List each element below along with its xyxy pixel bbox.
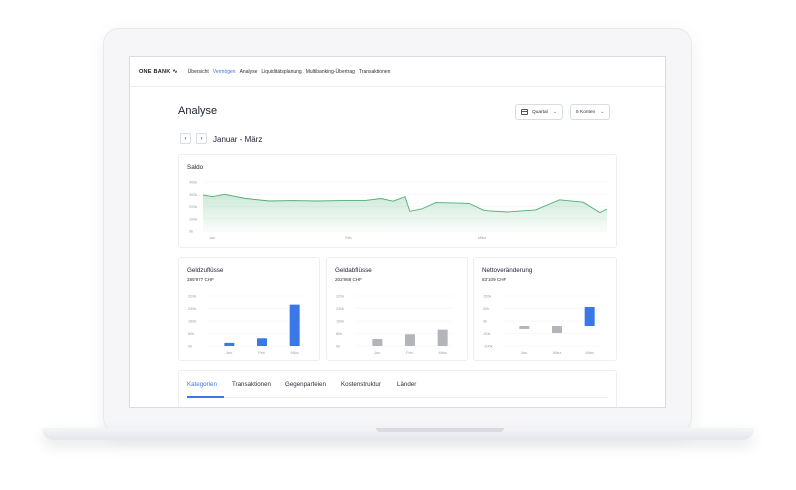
page-title: Analyse xyxy=(178,105,218,117)
bar xyxy=(437,329,448,346)
tab-transaktionen[interactable]: Transaktionen xyxy=(232,381,271,388)
y-tick-label: 80k xyxy=(188,332,194,336)
bar xyxy=(289,304,300,346)
nav-item-uebersicht[interactable]: Übersicht xyxy=(188,69,209,75)
tab-laender[interactable]: Länder xyxy=(397,381,416,388)
y-tick-label: 160k xyxy=(188,320,196,324)
x-tick-label: Jan. xyxy=(209,236,216,240)
inflow-chart: 320k 240k 160k 80k 0k Jan. Feb. März xyxy=(188,295,305,355)
x-tick-label: Feb. xyxy=(406,351,414,355)
laptop-base xyxy=(42,428,754,440)
x-tick-label: Feb. xyxy=(345,236,353,240)
y-tick-label: 320k xyxy=(336,295,344,299)
bar xyxy=(519,326,530,329)
bar xyxy=(257,338,267,346)
next-period-button[interactable]: › xyxy=(196,133,207,144)
tab-kostenstruktur[interactable]: Kostenstruktur xyxy=(341,381,381,388)
bar xyxy=(372,338,383,346)
x-tick-label: Jan. xyxy=(226,351,233,355)
chevron-down-icon: ⌄ xyxy=(552,109,557,115)
inflow-card: Geldzuflüsse 285'977 CHF 320k 240k 160k 80k… xyxy=(178,257,320,361)
x-tick-label: März xyxy=(478,236,487,240)
bar xyxy=(405,334,415,346)
y-tick-label: 0k xyxy=(336,345,340,349)
y-tick-label: 100k xyxy=(189,217,197,221)
brand-logo[interactable]: ONE BANK ∿ xyxy=(139,68,178,76)
period-select-button[interactable]: Quartal ⌄ xyxy=(515,104,563,120)
nav-item-multibanking[interactable]: Multibanking-Übertrag xyxy=(306,69,355,75)
saldo-area xyxy=(203,194,607,231)
x-tick-label: März xyxy=(438,351,447,355)
chevron-down-icon: ⌄ xyxy=(600,109,605,115)
x-tick-label: März xyxy=(553,351,562,355)
bar xyxy=(224,342,235,346)
y-tick-label: 240k xyxy=(188,307,196,311)
net-chart: 150k 50k 0k -50k -100k Jan. März März xyxy=(483,295,600,355)
outflow-chart: 320k 240k 160k 80k 0k Jan. Feb. März xyxy=(336,295,453,355)
active-tab-indicator xyxy=(187,396,224,398)
nav-item-vermoegen[interactable]: Vermögen xyxy=(213,69,236,75)
x-tick-label: März xyxy=(290,351,299,355)
y-tick-label: 80k xyxy=(336,332,342,336)
top-navigation: ONE BANK ∿ Übersicht Vermögen Analyse Li… xyxy=(130,57,665,87)
tab-gegenparteien[interactable]: Gegenparteien xyxy=(285,381,326,388)
y-tick-label: 0k xyxy=(483,320,487,324)
x-tick-label: März xyxy=(585,351,594,355)
outflow-card: Geldabflüsse 202'868 CHF 320k 240k 160k 80k… xyxy=(326,257,468,361)
bar xyxy=(584,307,595,326)
y-tick-label: 200k xyxy=(189,205,197,209)
saldo-card: Saldo 400k 300k 200k 100k 0k Jan. Feb. März xyxy=(178,154,617,248)
y-tick-label: 160k xyxy=(336,320,344,324)
accounts-select-button[interactable]: 5 Konten ⌄ xyxy=(570,104,611,120)
wave-logo-icon: ∿ xyxy=(172,69,178,75)
tab-kategorien[interactable]: Kategorien xyxy=(187,381,217,388)
y-tick-label: 0k xyxy=(188,345,192,349)
laptop-notch xyxy=(376,428,504,432)
y-tick-label: 150k xyxy=(483,295,491,299)
x-tick-label: Jan. xyxy=(521,351,528,355)
y-tick-label: 320k xyxy=(188,295,196,299)
x-tick-label: Feb. xyxy=(258,351,266,355)
chevron-right-icon: › xyxy=(200,135,203,142)
accounts-select-label: 5 Konten xyxy=(576,109,596,115)
app-screen: ONE BANK ∿ Übersicht Vermögen Analyse Li… xyxy=(129,56,666,408)
tab-divider xyxy=(187,397,608,398)
saldo-chart: 400k 300k 200k 100k 0k Jan. Feb. März xyxy=(189,181,608,240)
period-label: Januar - März xyxy=(213,135,263,144)
brand-name: ONE BANK xyxy=(139,68,171,75)
bar xyxy=(552,326,562,333)
y-tick-label: 300k xyxy=(189,193,197,197)
y-tick-label: -100k xyxy=(483,345,493,349)
y-tick-label: 400k xyxy=(189,181,197,185)
y-tick-label: 0k xyxy=(189,230,193,234)
analysis-tabs: Kategorien Transaktionen Gegenparteien K… xyxy=(178,370,617,407)
nav-item-liquiditaetsplanung[interactable]: Liquiditätsplanung xyxy=(261,69,301,75)
prev-period-button[interactable]: ‹ xyxy=(180,133,191,144)
x-tick-label: Jan. xyxy=(374,351,381,355)
calendar-icon xyxy=(521,109,528,115)
net-card: Nettoveränderung 83'109 CHF 150k 50k 0k -50… xyxy=(473,257,617,361)
nav-item-analyse[interactable]: Analyse xyxy=(240,69,258,75)
y-tick-label: 50k xyxy=(483,307,489,311)
nav-item-transaktionen[interactable]: Transaktionen xyxy=(359,69,391,75)
y-tick-label: 240k xyxy=(336,307,344,311)
period-select-label: Quartal xyxy=(532,109,548,115)
chevron-left-icon: ‹ xyxy=(184,135,187,142)
y-tick-label: -50k xyxy=(483,332,490,336)
